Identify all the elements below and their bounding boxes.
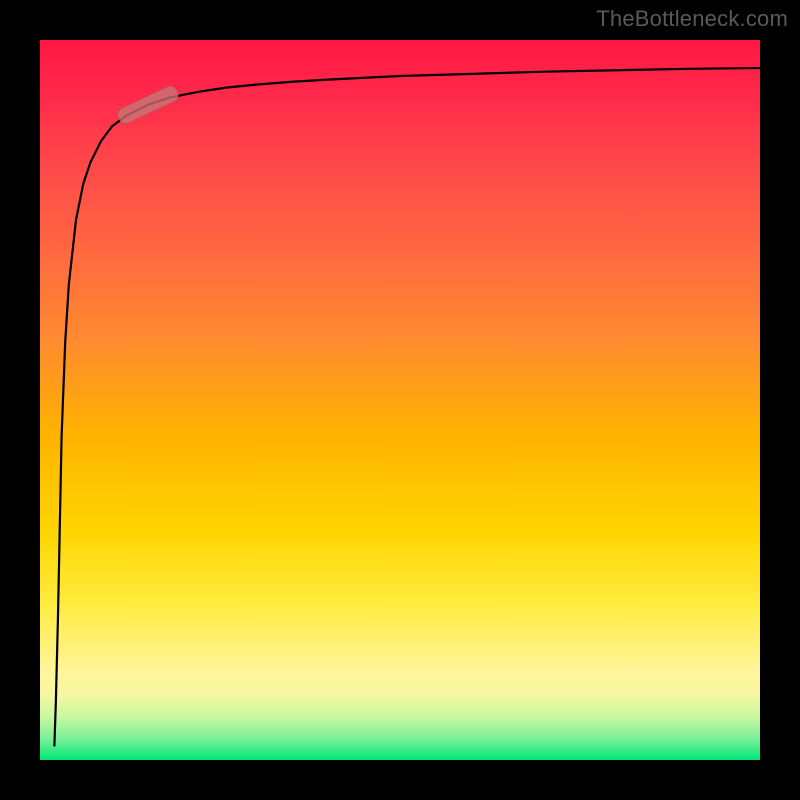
highlight-marker [116,84,181,126]
data-curve [54,68,760,746]
curve-layer [40,40,760,760]
chart-frame: TheBottleneck.com [0,0,800,800]
plot-area [40,40,760,760]
watermark-text: TheBottleneck.com [596,6,788,32]
